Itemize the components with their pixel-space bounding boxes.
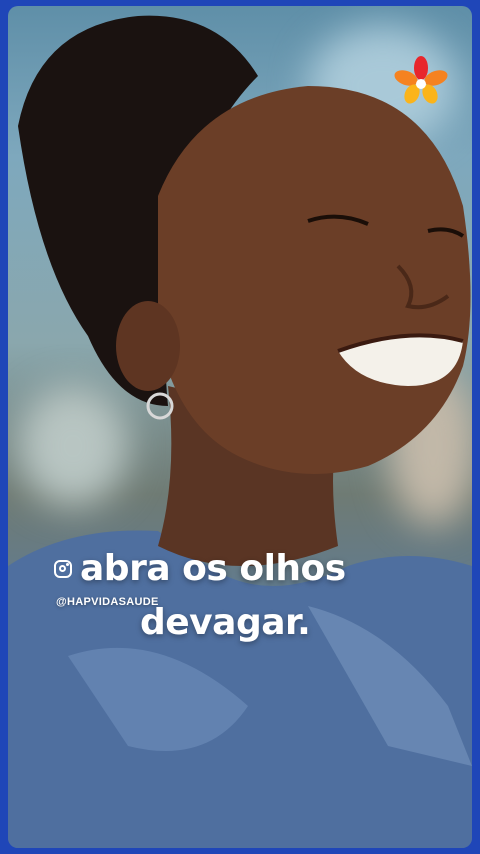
caption-text-1: abra os olhos [80, 548, 346, 589]
portrait-illustration [8, 15, 472, 848]
caption-text-2: devagar. [140, 602, 311, 643]
caption-line-1: abra os olhos [54, 548, 346, 589]
hapvida-flower-logo [394, 56, 448, 104]
instagram-icon [54, 559, 72, 578]
caption-line-2: devagar. [140, 602, 311, 643]
photo-woman-smiling [8, 6, 472, 848]
frame-border: abra os olhos @HAPVIDASAUDE devagar. [0, 0, 480, 854]
